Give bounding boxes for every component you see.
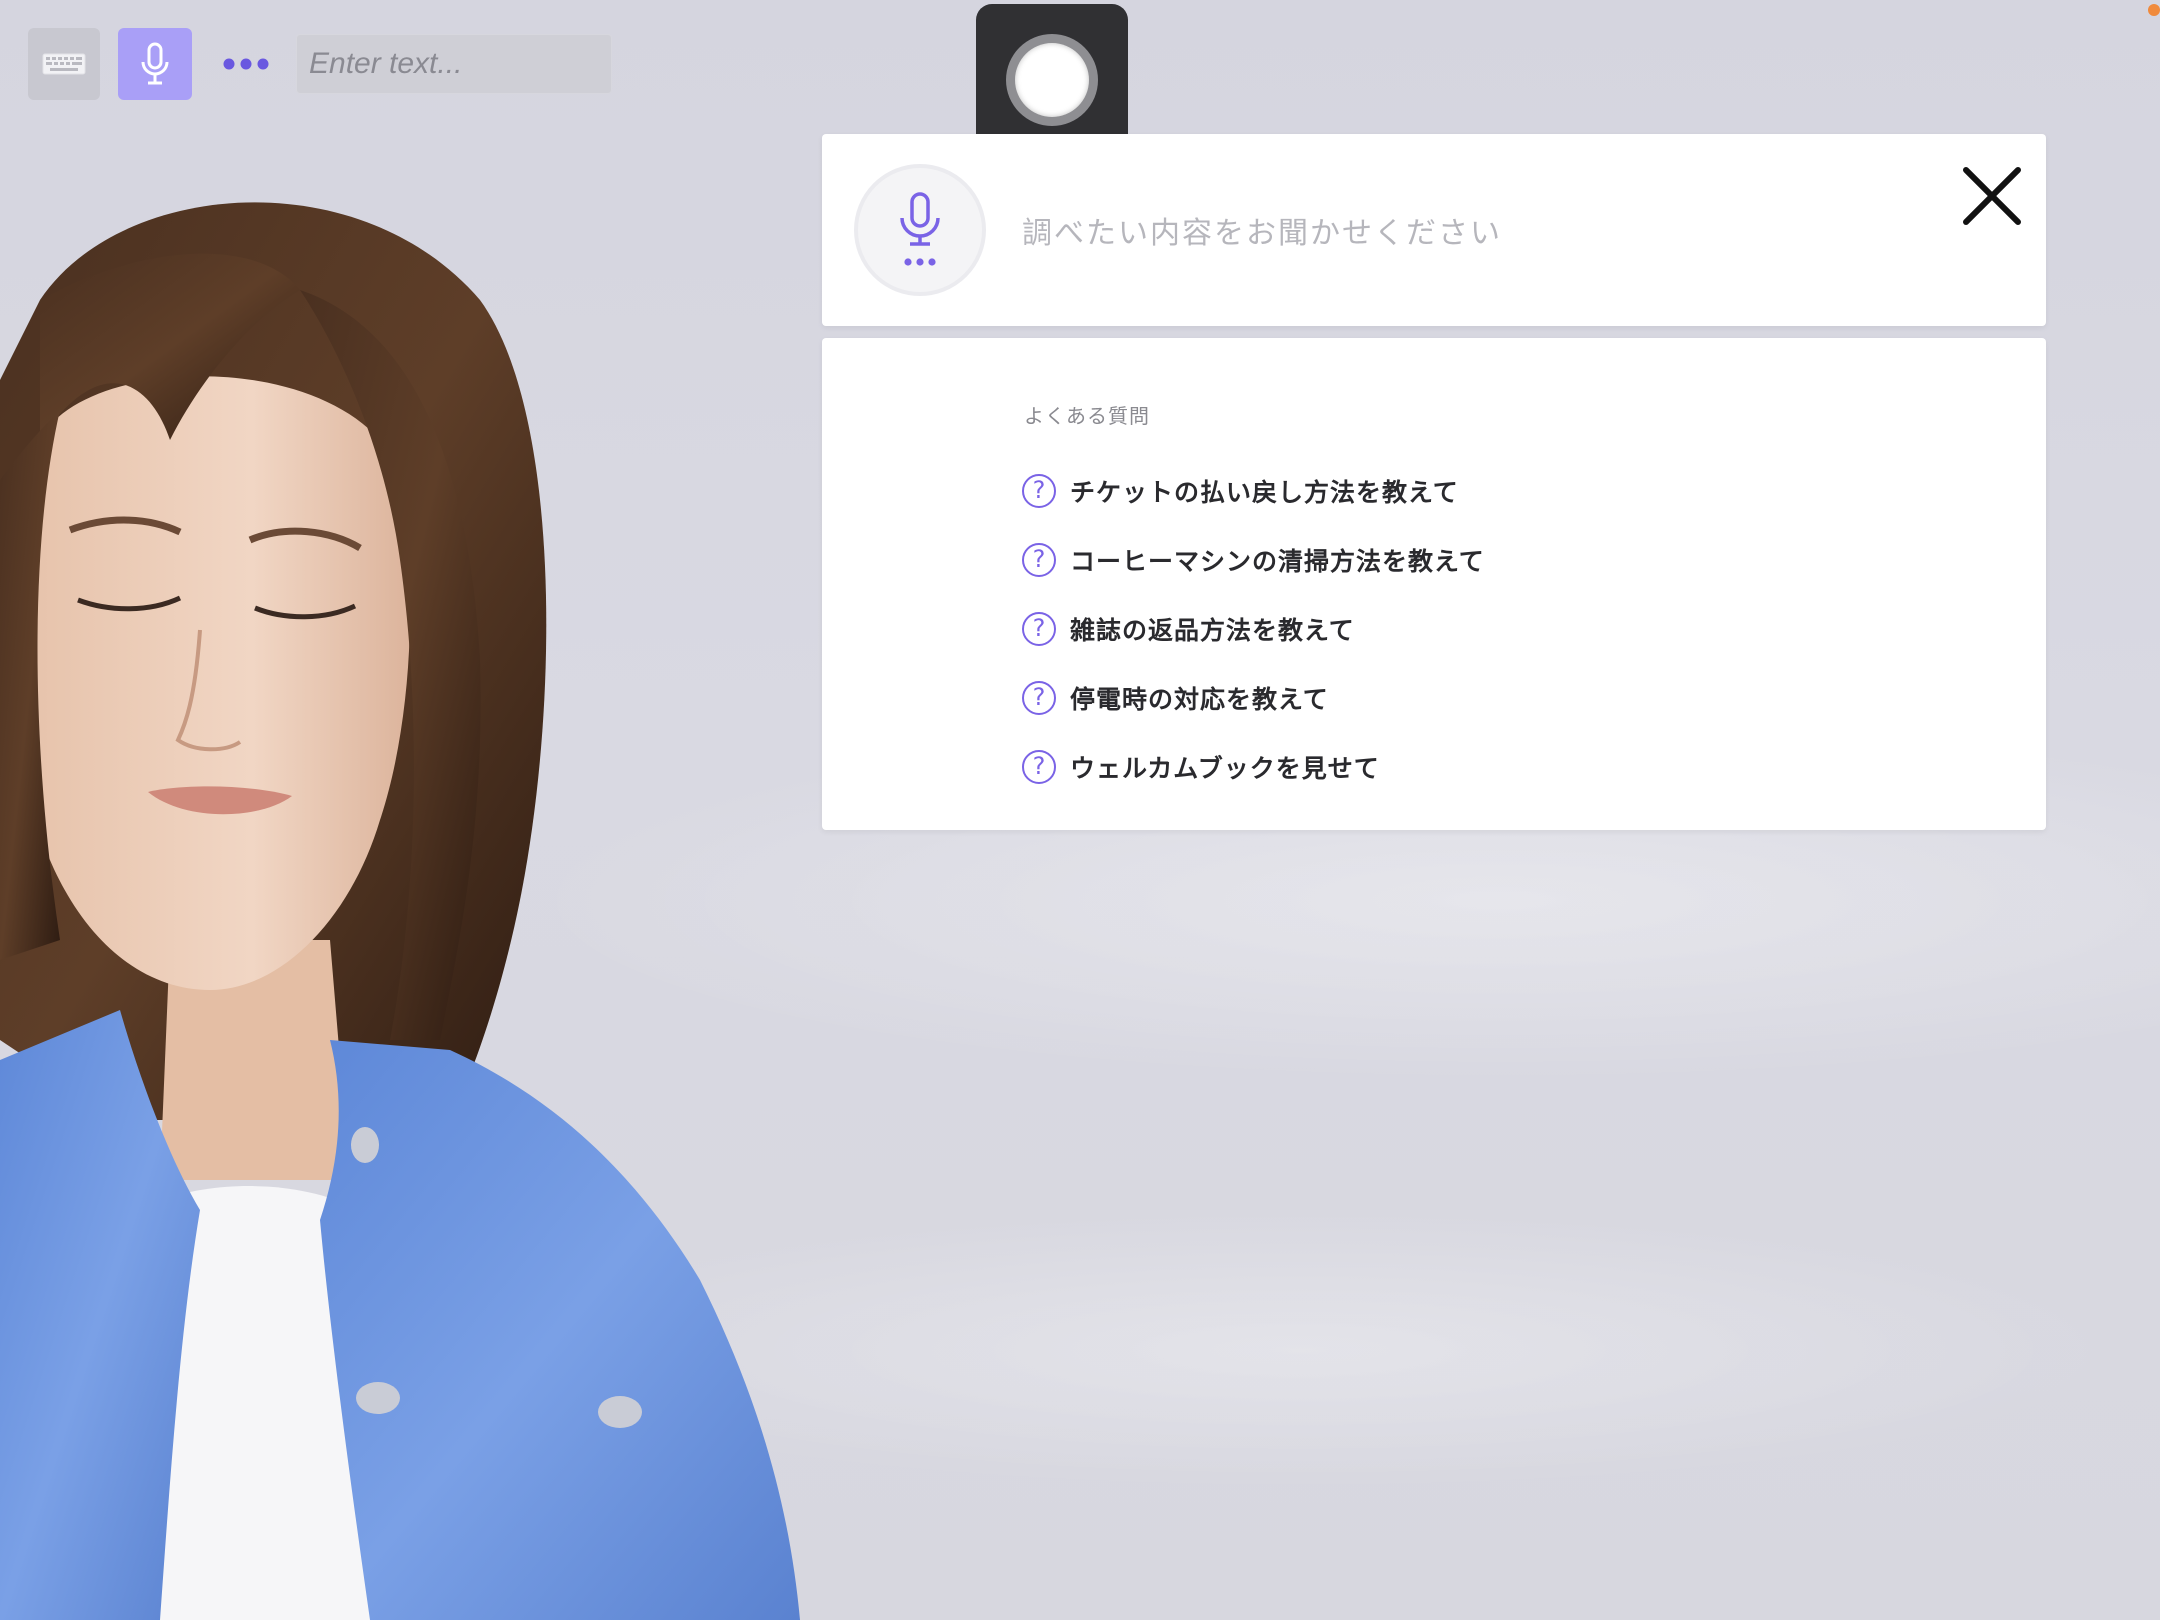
microphone-icon: [141, 42, 169, 85]
voice-mic-button[interactable]: [854, 164, 986, 296]
question-icon: ?: [1022, 749, 1056, 784]
faq-item-label: コーヒーマシンの清掃方法を教えて: [1070, 546, 1485, 576]
keyboard-icon: [42, 53, 86, 75]
more-dots-icon: [223, 58, 269, 70]
notification-dot: [2148, 4, 2160, 16]
faq-item-label: チケットの払い戻し方法を教えて: [1070, 477, 1459, 507]
faq-item[interactable]: ? コーヒーマシンの清掃方法を教えて: [1022, 525, 1485, 594]
voice-search-panel: 調べたい内容をお聞かせください: [822, 134, 2046, 326]
top-toolbar: [0, 0, 640, 110]
microphone-listening-icon: [900, 192, 940, 266]
faq-item[interactable]: ? 雑誌の返品方法を教えて: [1022, 594, 1485, 663]
faq-item[interactable]: ? チケットの払い戻し方法を教えて: [1022, 456, 1485, 525]
record-dot: [1015, 43, 1089, 117]
faq-list: ? チケットの払い戻し方法を教えて ? コーヒーマシンの清掃方法を教えて ? 雑…: [1022, 456, 1485, 801]
record-icon: [1006, 34, 1098, 126]
faq-item[interactable]: ? 停電時の対応を教えて: [1022, 663, 1485, 732]
keyboard-button[interactable]: [28, 28, 100, 100]
voice-input-button[interactable]: [118, 28, 192, 100]
faq-item-label: 雑誌の返品方法を教えて: [1070, 615, 1355, 645]
question-icon: ?: [1022, 542, 1056, 577]
question-icon: ?: [1022, 611, 1056, 646]
faq-panel: よくある質問 ? チケットの払い戻し方法を教えて ? コーヒーマシンの清掃方法を…: [822, 338, 2046, 830]
close-button[interactable]: [1952, 156, 2032, 236]
question-icon: ?: [1022, 473, 1056, 508]
faq-item-label: ウェルカムブックを見せて: [1070, 753, 1380, 783]
faq-item-label: 停電時の対応を教えて: [1070, 684, 1329, 714]
voice-prompt-text: 調べたい内容をお聞かせください: [1022, 216, 1502, 251]
text-input[interactable]: [296, 34, 612, 94]
question-icon: ?: [1022, 680, 1056, 715]
faq-title: よくある質問: [1024, 404, 1150, 428]
faq-item[interactable]: ? ウェルカムブックを見せて: [1022, 732, 1485, 801]
close-icon: [1963, 167, 2021, 225]
more-button[interactable]: [216, 38, 276, 90]
avatar-character: [0, 202, 800, 1620]
